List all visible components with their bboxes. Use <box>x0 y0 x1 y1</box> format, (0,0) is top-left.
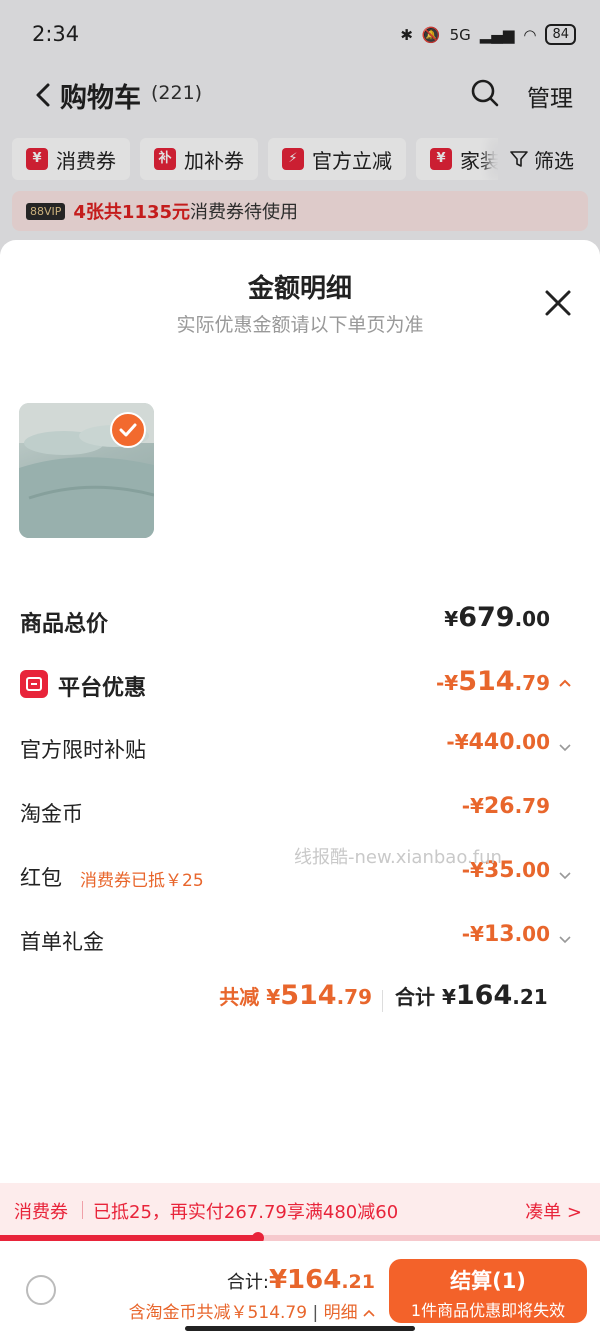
sum-total: 合计 ¥164.21 <box>395 980 548 1011</box>
official-subsidy-label: 官方限时补贴 <box>20 738 146 762</box>
add-on-button[interactable]: 凑单 > <box>525 1198 582 1224</box>
red-packet-label: 红包 <box>20 866 62 890</box>
chevron-down-icon[interactable] <box>558 870 572 880</box>
watermark: 线报酷-new.xianbao.fun <box>294 847 502 868</box>
dim-overlay[interactable] <box>0 0 600 260</box>
chevron-down-icon[interactable] <box>558 934 572 944</box>
row-platform-discount[interactable]: 平台优惠 -¥514.79 <box>20 664 580 704</box>
selected-check-icon[interactable] <box>110 412 146 448</box>
price-detail-sheet: 金额明细 实际优惠金额请以下单页为准 商品总价 ¥679.00 平台优惠 -¥5… <box>0 240 600 1335</box>
select-all-checkbox[interactable] <box>26 1275 56 1305</box>
coupon-strip-divider <box>82 1201 83 1219</box>
checkout-sub: 1件商品优惠即将失效 <box>410 1301 566 1320</box>
total-price-label: 商品总价 <box>20 612 109 637</box>
platform-discount-icon <box>20 670 48 698</box>
first-order-label: 首单礼金 <box>20 930 104 954</box>
checkout-label: 结算(1) <box>450 1269 526 1293</box>
close-icon[interactable] <box>541 286 575 320</box>
platform-discount-amount: -¥514.79 <box>435 666 550 697</box>
bottom-total: 合计:¥164.21 <box>226 1265 375 1295</box>
official-subsidy-amount: -¥440.00 <box>446 730 550 755</box>
checkout-bar: 合计:¥164.21 含淘金币共减￥514.79 | 明细 结算(1) 1件商品… <box>0 1241 600 1335</box>
sheet-subtitle: 实际优惠金额请以下单页为准 <box>176 314 424 336</box>
row-first-order-gift[interactable]: 首单礼金 -¥13.00 <box>20 920 580 960</box>
first-order-amount: -¥13.00 <box>461 922 550 947</box>
bottom-detail-link[interactable]: 含淘金币共减￥514.79 | 明细 <box>129 1298 375 1323</box>
product-thumbnail[interactable] <box>19 403 154 538</box>
checkout-button[interactable]: 结算(1) 1件商品优惠即将失效 <box>389 1259 587 1323</box>
summary-line: 共减 ¥514.79 合计 ¥164.21 <box>0 980 600 1020</box>
coupon-strip-text: 已抵25，再实付267.79享满480减60 <box>93 1202 399 1223</box>
saved-total: 共减 ¥514.79 <box>219 980 372 1011</box>
chevron-up-icon <box>363 1309 375 1317</box>
coupon-strip-label: 消费券 <box>14 1202 68 1223</box>
chevron-up-icon[interactable] <box>558 678 572 688</box>
summary-divider <box>382 990 383 1012</box>
coupon-progress-strip[interactable]: 消费券 已抵25，再实付267.79享满480减60 凑单 > <box>0 1183 600 1235</box>
platform-discount-label: 平台优惠 <box>58 676 147 701</box>
home-indicator <box>185 1326 415 1331</box>
row-total-price: 商品总价 ¥679.00 <box>20 600 580 640</box>
row-taobao-coins: 淘金币 -¥26.79 <box>20 792 580 832</box>
chevron-down-icon[interactable] <box>558 742 572 752</box>
red-packet-note: 消费券已抵￥25 <box>80 871 204 891</box>
sheet-title: 金额明细 <box>247 274 352 304</box>
row-official-subsidy[interactable]: 官方限时补贴 -¥440.00 <box>20 728 580 768</box>
total-price-amount: ¥679.00 <box>444 602 550 633</box>
coins-label: 淘金币 <box>20 802 83 826</box>
coins-amount: -¥26.79 <box>461 794 550 819</box>
